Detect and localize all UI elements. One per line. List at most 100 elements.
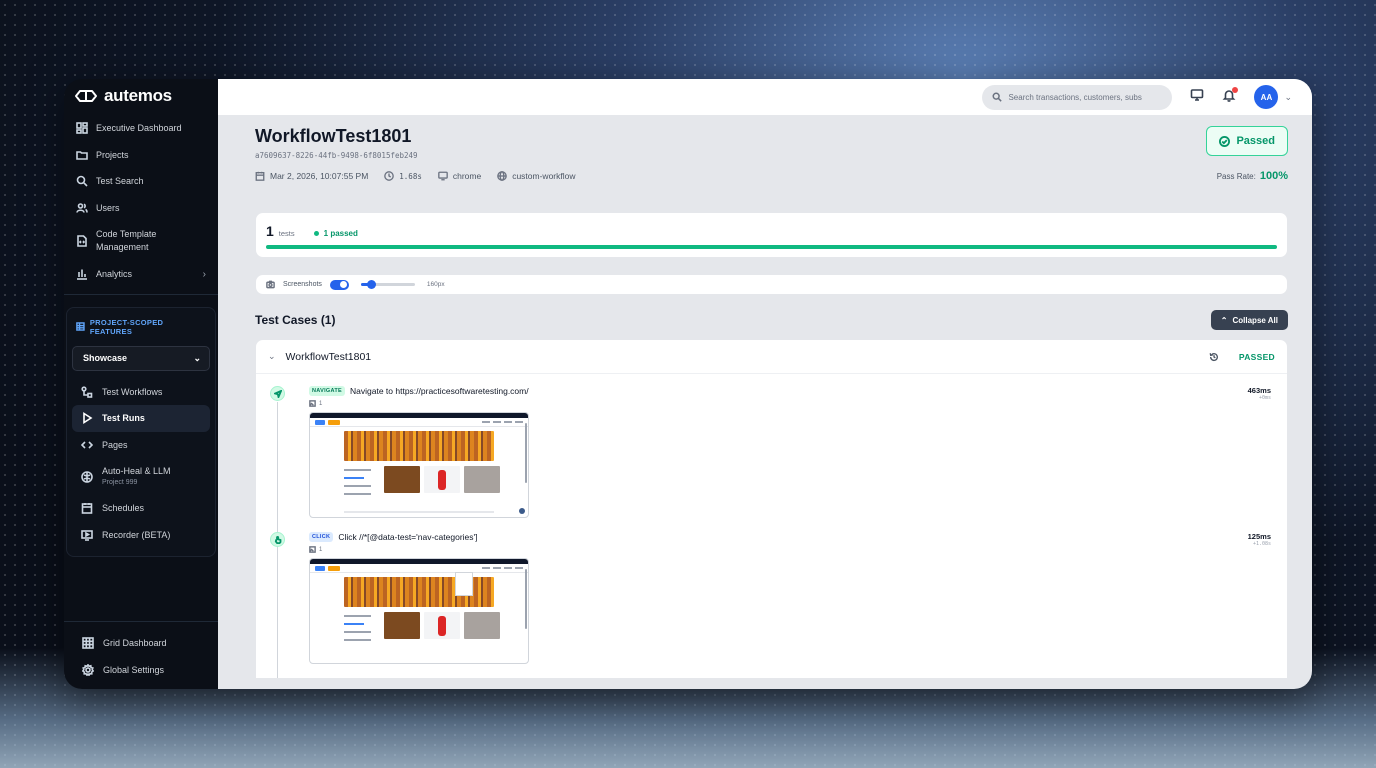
sidebar-item-label: Users [96, 202, 120, 213]
auto-heal-icon [81, 470, 93, 483]
code-brackets-icon [81, 441, 93, 449]
brand-logo[interactable]: autemos [64, 79, 218, 113]
step-description: Click //*[@data-test='nav-categories'] [338, 532, 478, 542]
folder-icon [76, 150, 88, 160]
sidebar-item-label: Recorder (BETA) [102, 529, 171, 540]
sidebar-item-auto-heal[interactable]: Auto-Heal & LLM Project 999 [72, 458, 210, 495]
sidebar-item-test-search[interactable]: Test Search [68, 168, 214, 195]
chevron-down-icon: ⌄ [1284, 91, 1292, 102]
check-circle-icon [1219, 135, 1231, 147]
notification-dot [1232, 86, 1239, 93]
users-icon [76, 202, 88, 213]
step-screenshot-thumbnail[interactable] [309, 412, 529, 518]
autemos-logo-icon [75, 90, 97, 102]
sidebar-item-recorder[interactable]: Recorder (BETA) [72, 522, 210, 549]
workflow-icon [81, 386, 93, 398]
step-item: CLICK Click //*[@data-test='nav-categori… [270, 532, 1271, 664]
recorder-icon [81, 529, 93, 541]
screenshot-controls: Screenshots 160px [255, 274, 1288, 295]
chevron-up-icon: ⌃ [1220, 315, 1228, 325]
step-type-badge: CLICK [309, 532, 334, 542]
play-icon [83, 412, 93, 425]
run-meta: Mar 2, 2026, 10:07:55 PM 1.68s chrome cu… [255, 171, 576, 181]
slider-handle[interactable] [367, 280, 377, 289]
collapse-all-button[interactable]: ⌃ Collapse All [1210, 310, 1288, 330]
image-icon [309, 546, 316, 553]
search-icon [992, 92, 1003, 102]
run-id: a7609637-8226-44fb-9498-6f8015feb249 [255, 151, 418, 160]
sidebar-item-sublabel: Project 999 [102, 478, 138, 486]
table-grid-icon [76, 322, 85, 331]
test-case-header[interactable]: ⌄ WorkflowTest1801 PASSED [256, 340, 1287, 374]
test-count: 1 [266, 223, 274, 239]
global-search-input[interactable]: Search transactions, customers, subs [982, 84, 1173, 110]
monitor-icon[interactable] [1190, 88, 1204, 107]
sidebar-item-test-runs[interactable]: Test Runs [72, 405, 210, 432]
pass-rate: Pass Rate: 100% [1216, 170, 1288, 182]
sidebar: autemos Executive Dashboard Projects Tes… [64, 79, 218, 689]
code-file-icon [77, 235, 87, 247]
notification-bell-icon[interactable] [1222, 86, 1239, 107]
chevron-down-icon[interactable]: ⌄ [268, 351, 276, 362]
sidebar-item-executive-dashboard[interactable]: Executive Dashboard [68, 115, 214, 142]
thumbnail-size-slider[interactable] [360, 280, 415, 289]
run-duration: 1.68s [384, 171, 422, 181]
sidebar-item-label: Global Settings [103, 664, 165, 675]
step-description: Navigate to https://practicesoftwaretest… [350, 386, 529, 396]
step-duration: 125ms [1247, 532, 1271, 541]
page-title: WorkflowTest1801 [255, 126, 412, 146]
top-bar: Search transactions, customers, subs AA … [218, 79, 1312, 116]
navigate-icon [270, 386, 285, 401]
sidebar-item-label: Grid Dashboard [103, 638, 167, 649]
project-select[interactable]: Showcase ⌄ [72, 345, 210, 371]
status-badge: Passed [1206, 126, 1288, 156]
dashboard-icon [76, 122, 88, 135]
run-detail: WorkflowTest1801 a7609637-8226-44fb-9498… [218, 116, 1312, 679]
run-environment: custom-workflow [497, 171, 576, 181]
user-menu[interactable]: AA ⌄ [1254, 85, 1292, 109]
sidebar-item-label: Analytics [96, 269, 133, 280]
thumbnail-size-label: 160px [426, 281, 445, 288]
sidebar-item-users[interactable]: Users [68, 195, 214, 222]
image-icon [309, 400, 316, 407]
step-duration: 463ms [1247, 386, 1271, 395]
calendar-icon [81, 503, 93, 515]
step-screenshot-thumbnail[interactable] [309, 558, 529, 664]
step-item: NAVIGATE Navigate to https://practicesof… [270, 386, 1271, 518]
sidebar-item-code-template-management[interactable]: Code Template Management [68, 221, 214, 261]
brand-name: autemos [104, 86, 172, 105]
sidebar-divider [64, 293, 218, 295]
globe-icon [497, 171, 508, 181]
chevron-right-icon: › [202, 268, 206, 280]
clock-icon [384, 171, 395, 181]
step-type-badge: NAVIGATE [309, 386, 346, 396]
sidebar-item-label: Projects [96, 149, 129, 160]
project-scoped-section: PROJECT-SCOPED FEATURES Showcase ⌄ Test … [66, 306, 216, 557]
search-icon [76, 175, 88, 187]
sidebar-item-global-settings[interactable]: Global Settings [68, 657, 214, 684]
step-screenshot-count: 1 [309, 546, 1248, 553]
screenshots-label: Screenshots [283, 281, 322, 288]
sidebar-item-label: Auto-Heal & LLM [102, 466, 171, 477]
calendar-icon [255, 171, 265, 181]
main-content: Search transactions, customers, subs AA … [218, 79, 1312, 689]
sidebar-item-pages[interactable]: Pages [72, 432, 210, 459]
sidebar-item-label: Schedules [102, 503, 145, 514]
project-select-value: Showcase [83, 353, 128, 363]
test-cases-heading: Test Cases (1) [255, 313, 336, 327]
sidebar-item-test-workflows[interactable]: Test Workflows [72, 379, 210, 406]
screenshots-toggle[interactable] [329, 279, 349, 290]
sidebar-item-analytics[interactable]: Analytics › [68, 261, 214, 288]
sidebar-item-label: Test Search [96, 176, 144, 187]
sidebar-item-projects[interactable]: Projects [68, 142, 214, 169]
step-list: NAVIGATE Navigate to https://practicesof… [256, 374, 1287, 678]
sidebar-item-schedules[interactable]: Schedules [72, 495, 210, 522]
sidebar-item-label: Code Template Management [96, 229, 157, 252]
pass-rate-value: 100% [1259, 170, 1288, 182]
sidebar-item-label: Executive Dashboard [96, 123, 182, 134]
search-placeholder: Search transactions, customers, subs [1008, 92, 1142, 102]
history-icon[interactable] [1209, 352, 1219, 362]
bar-chart-icon [77, 269, 87, 281]
project-scoped-heading: PROJECT-SCOPED FEATURES [72, 314, 210, 346]
sidebar-item-grid-dashboard[interactable]: Grid Dashboard [68, 630, 214, 657]
